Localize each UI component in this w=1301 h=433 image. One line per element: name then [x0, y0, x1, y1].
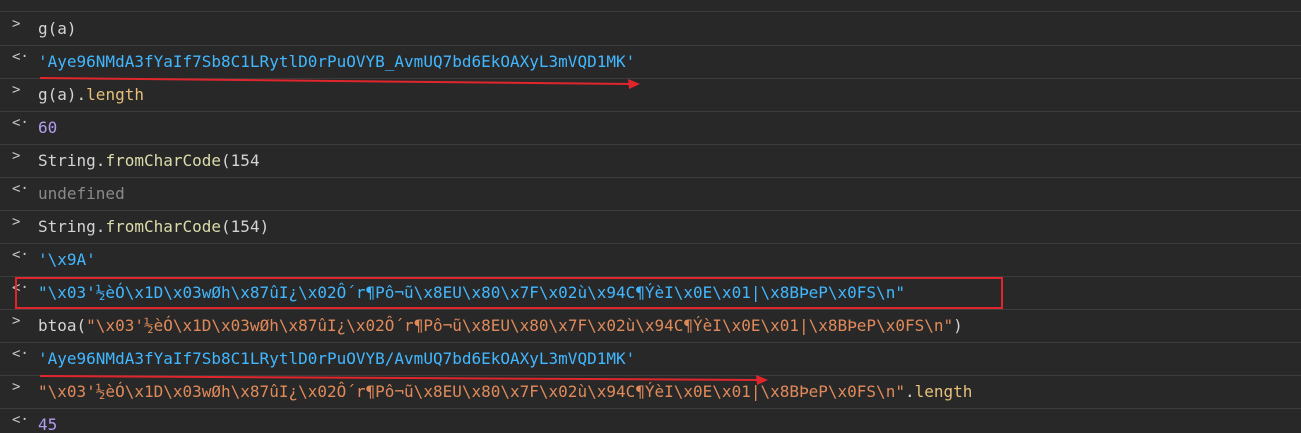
token: ): [259, 217, 270, 236]
return-arrow-icon: <·: [12, 412, 29, 428]
console-input-row[interactable]: > String.fromCharCode(154: [0, 145, 1301, 178]
return-arrow-icon: <·: [12, 49, 29, 65]
highlight-box: [15, 277, 1003, 309]
return-arrow-icon: <·: [12, 346, 29, 362]
return-arrow-icon: <·: [12, 247, 29, 263]
token: (: [221, 151, 231, 170]
token: .: [904, 382, 915, 401]
console-output-row[interactable]: <· undefined: [0, 178, 1301, 211]
token: btoa(: [38, 316, 87, 335]
console-text: 'Aye96NMdA3fYaIf7Sb8C1LRytlD0rPuOVYB/Avm…: [38, 346, 635, 372]
devtools-console: > g(a) <· 'Aye96NMdA3fYaIf7Sb8C1LRytlD0rPuO…: [0, 0, 1301, 433]
chevron-right-icon: >: [12, 148, 21, 164]
console-text: '\x9A': [38, 247, 96, 273]
console-output-row[interactable]: <· 60: [0, 112, 1301, 145]
chevron-right-icon: >: [12, 16, 21, 32]
console-text: btoa("\x03'½èÓ\x1D\x03wØh\x87ûI¿\x02Ô´r¶…: [38, 313, 963, 339]
console-text: 'Aye96NMdA3fYaIf7Sb8C1LRytlD0rPuOVYB_Avm…: [38, 49, 635, 75]
underline-arrow-1: [39, 77, 640, 89]
console-input-row[interactable]: > g(a): [0, 13, 1301, 46]
token: String.: [38, 217, 106, 236]
console-text: String.fromCharCode(154): [38, 214, 269, 240]
token: undefined: [38, 184, 125, 203]
console-row-clipped: [0, 0, 1301, 12]
token: 'Aye96NMdA3fYaIf7Sb8C1LRytlD0rPuOVYB_Avm…: [38, 52, 636, 71]
token: 154: [230, 217, 260, 236]
token: String.: [38, 151, 106, 170]
return-arrow-icon: <·: [12, 115, 29, 131]
console-text: undefined: [38, 181, 125, 207]
console-text: g(a): [38, 16, 77, 42]
console-input-row[interactable]: > btoa("\x03'½èÓ\x1D\x03wØh\x87ûI¿\x02Ô´r…: [0, 310, 1301, 343]
token: (: [221, 217, 231, 236]
console-text: 60: [38, 115, 57, 141]
token: 154: [230, 151, 260, 170]
return-arrow-icon: <·: [12, 181, 29, 197]
token: fromCharCode: [105, 151, 222, 170]
underline-arrow-2: [39, 375, 768, 385]
chevron-right-icon: >: [12, 313, 21, 329]
chevron-right-icon: >: [12, 214, 21, 230]
token: '\x9A': [38, 250, 96, 269]
token: length: [914, 382, 973, 401]
console-input-row[interactable]: > String.fromCharCode(154): [0, 211, 1301, 244]
token: fromCharCode: [105, 217, 222, 236]
console-text: 45: [38, 412, 57, 433]
console-output-row[interactable]: <· '\x9A': [0, 244, 1301, 277]
token: 60: [38, 118, 58, 137]
token: ): [953, 316, 963, 335]
token: g(a): [38, 19, 77, 38]
console-text: String.fromCharCode(154: [38, 148, 260, 174]
token: 'Aye96NMdA3fYaIf7Sb8C1LRytlD0rPuOVYB/Avm…: [38, 349, 636, 368]
token: "\x03'½èÓ\x1D\x03wØh\x87ûI¿\x02Ô´r¶Pô¬ũ\…: [86, 316, 954, 335]
console-output-row[interactable]: <· 45: [0, 409, 1301, 433]
token: 45: [38, 415, 58, 433]
